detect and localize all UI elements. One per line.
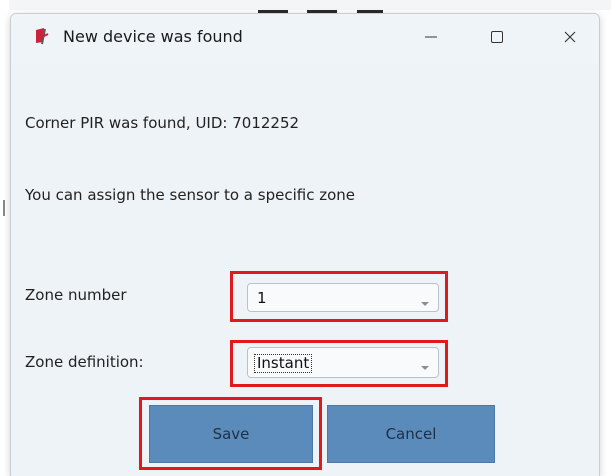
zone-number-select[interactable]: 1 — [247, 283, 439, 312]
zone-definition-select[interactable]: Instant — [247, 347, 439, 378]
cancel-button-label: Cancel — [385, 425, 437, 443]
cancel-button[interactable]: Cancel — [327, 405, 495, 463]
zone-number-label: Zone number — [25, 286, 127, 304]
zone-definition-value: Instant — [254, 354, 313, 373]
zone-definition-label: Zone definition: — [25, 353, 144, 371]
chevron-down-icon — [420, 294, 430, 306]
background-scroll-tick — [3, 200, 5, 216]
save-button-label: Save — [212, 425, 250, 443]
close-icon — [562, 29, 578, 45]
background-left-edge — [0, 0, 9, 475]
window-title: New device was found — [63, 27, 243, 46]
minimize-button[interactable] — [411, 22, 451, 52]
close-button[interactable] — [550, 22, 590, 52]
zone-number-value: 1 — [257, 289, 267, 307]
title-bar[interactable]: New device was found — [11, 14, 599, 64]
chevron-down-icon — [420, 358, 430, 370]
assign-zone-message: You can assign the sensor to a specific … — [25, 186, 355, 204]
maximize-icon — [489, 29, 505, 45]
device-found-message: Corner PIR was found, UID: 7012252 — [25, 114, 300, 132]
minimize-icon — [423, 29, 439, 45]
background-window-strip — [0, 0, 611, 10]
maximize-button[interactable] — [477, 22, 517, 52]
save-button[interactable]: Save — [149, 405, 313, 463]
app-icon — [33, 26, 53, 46]
